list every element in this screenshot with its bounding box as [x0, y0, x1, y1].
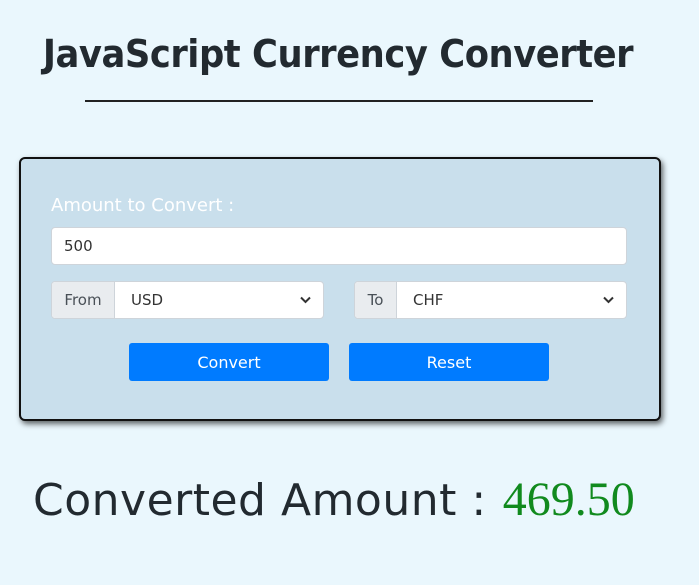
convert-button[interactable]: Convert: [129, 343, 329, 381]
title-divider: [85, 100, 593, 102]
chevron-down-icon: [299, 294, 311, 306]
amount-label: Amount to Convert :: [51, 195, 235, 216]
page-title: JavaScript Currency Converter: [42, 32, 634, 76]
converted-amount: Converted Amount : 469.50: [33, 472, 635, 527]
to-currency-group: To CHF: [354, 281, 627, 319]
from-label: From: [52, 282, 115, 318]
from-currency-group: From USD: [51, 281, 324, 319]
to-label: To: [355, 282, 397, 318]
converter-card: Amount to Convert : From USD To CHF Conv…: [19, 157, 661, 421]
chevron-down-icon: [602, 294, 614, 306]
to-currency-value: CHF: [413, 291, 444, 309]
from-currency-value: USD: [131, 291, 164, 309]
converted-amount-value: 469.50: [502, 473, 635, 526]
amount-input[interactable]: [51, 227, 627, 265]
reset-button[interactable]: Reset: [349, 343, 549, 381]
from-currency-select[interactable]: USD: [115, 282, 323, 318]
to-currency-select[interactable]: CHF: [397, 282, 626, 318]
converted-amount-label: Converted Amount :: [33, 475, 487, 526]
